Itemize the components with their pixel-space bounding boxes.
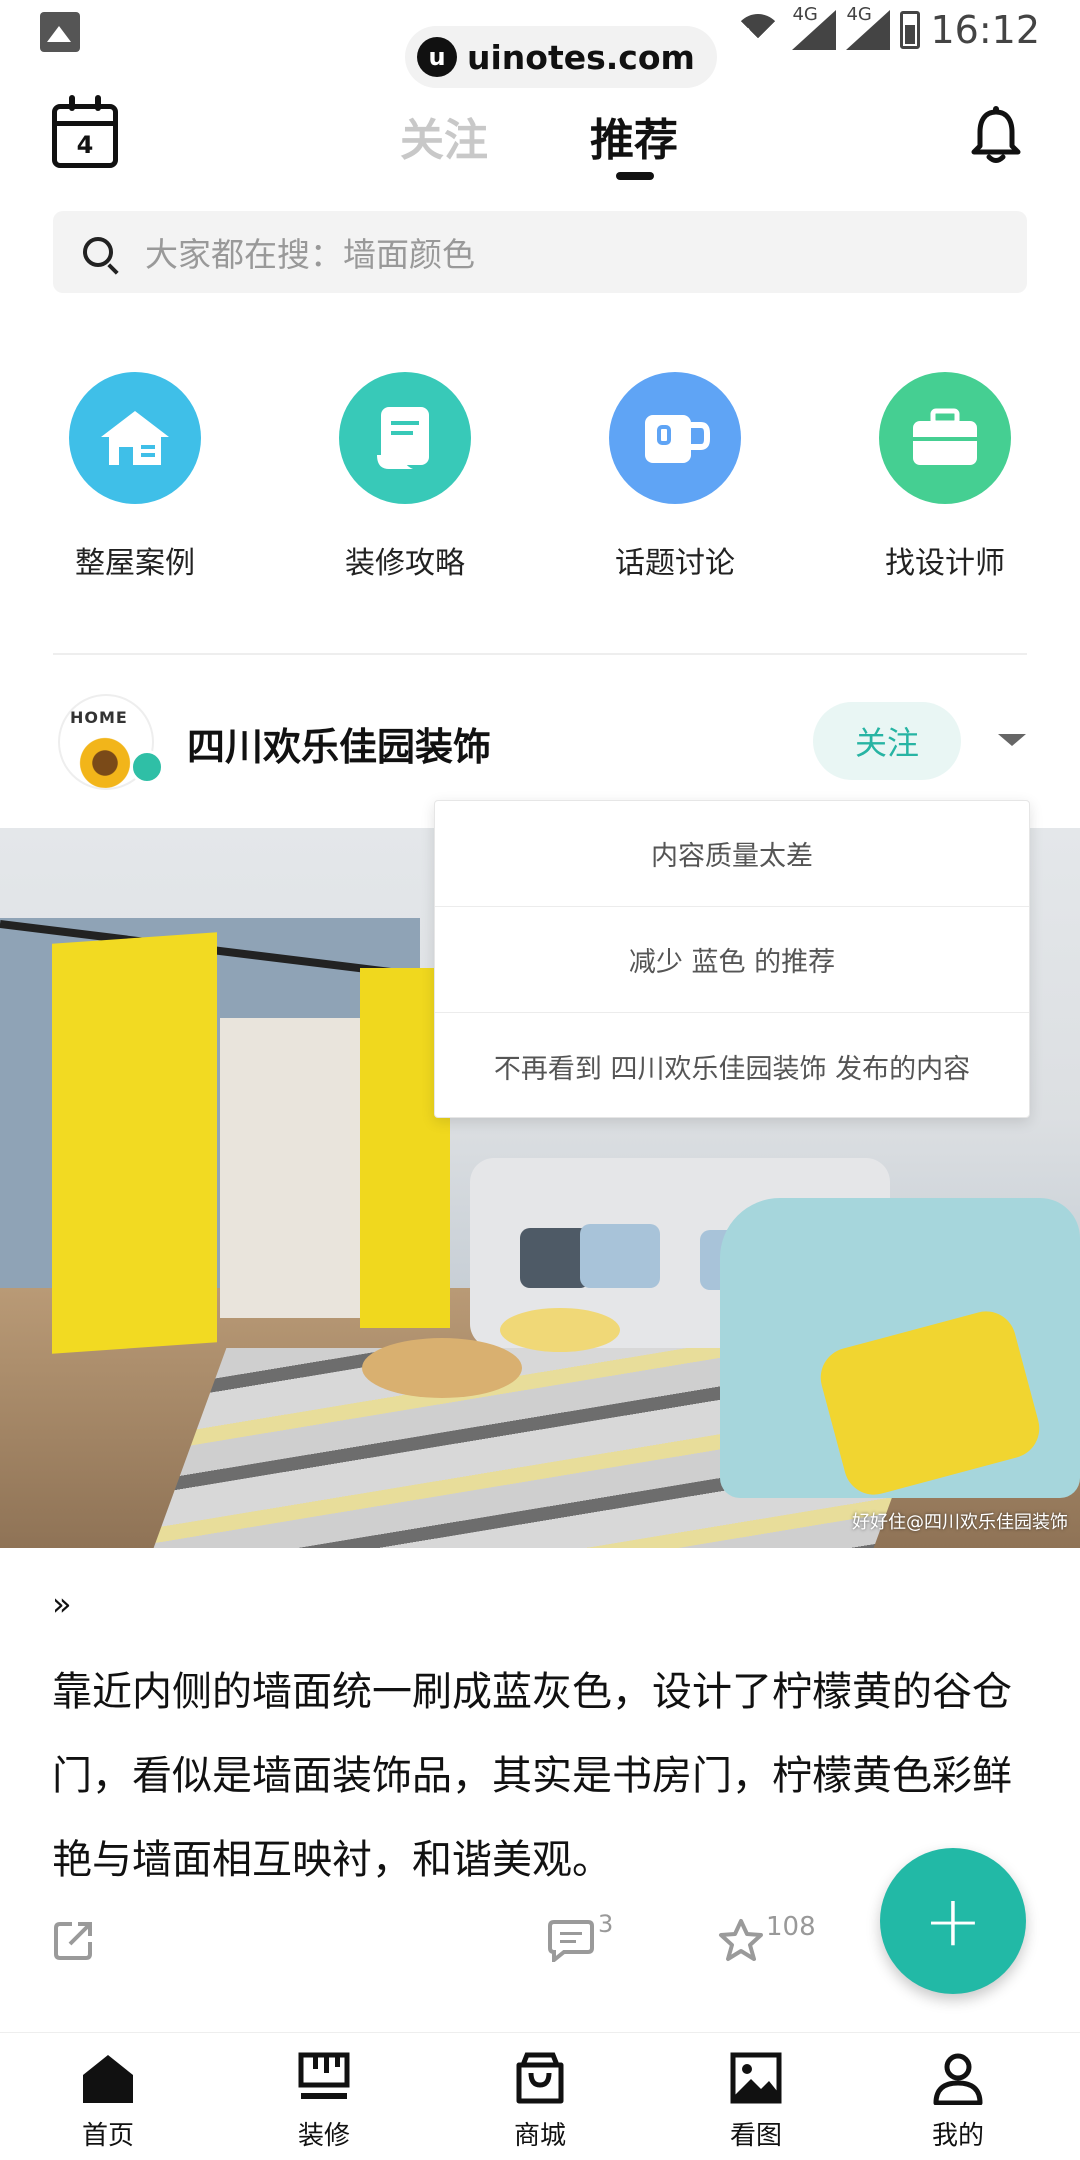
avatar-logo-text: HOME — [70, 708, 128, 727]
entry-whole-house[interactable]: 整屋案例 — [35, 372, 235, 582]
favorite-count: 108 — [766, 1912, 816, 1942]
brush-icon — [298, 2052, 350, 2099]
entry-label: 装修攻略 — [345, 546, 465, 581]
cup-icon — [609, 372, 741, 504]
user-icon — [933, 2053, 983, 2106]
entry-renovation-guide[interactable]: 装修攻略 — [305, 372, 505, 582]
nav-item-mall[interactable]: 商城 — [470, 2051, 610, 2152]
house-icon — [69, 372, 201, 504]
uinotes-logo-icon: u — [417, 37, 457, 77]
signal-icon: 4G — [792, 4, 837, 50]
nav-label: 装修 — [297, 2121, 350, 2151]
image-icon — [730, 2052, 782, 2104]
nav-item-home[interactable]: 首页 — [38, 2051, 178, 2152]
scroll-icon — [339, 372, 471, 504]
nav-label: 首页 — [81, 2121, 134, 2151]
clock: 16:12 — [930, 8, 1040, 52]
tab-follow[interactable]: 关注 — [400, 104, 488, 168]
menu-item-block-author[interactable]: 不再看到 四川欢乐佳园装饰 发布的内容 — [435, 1013, 1029, 1119]
entry-topic-discussion[interactable]: 话题讨论 — [575, 372, 775, 582]
search-placeholder: 大家都在搜：墙面颜色 — [145, 235, 475, 274]
calendar-day: 4 — [76, 131, 94, 159]
status-icons: 4G 4G 16:12 — [734, 4, 1040, 52]
bell-icon[interactable] — [970, 106, 1022, 164]
post-text[interactable]: 靠近内侧的墙面统一刷成蓝灰色，设计了柠檬黄的谷仓门，看似是墙面装饰品，其实是书房… — [52, 1650, 1032, 1902]
nav-label: 商城 — [513, 2121, 566, 2151]
comment-count: 3 — [598, 1910, 614, 1938]
image-caption: 好好住@四川欢乐佳园装饰 — [852, 1512, 1068, 1533]
entry-label: 找设计师 — [885, 546, 1005, 581]
comment-icon[interactable] — [548, 1918, 594, 1962]
watermark-badge: u uinotes.com — [405, 26, 717, 88]
battery-icon — [900, 11, 921, 49]
feedback-dropdown: 内容质量太差 减少 蓝色 的推荐 不再看到 四川欢乐佳园装饰 发布的内容 — [434, 800, 1030, 1118]
briefcase-icon — [879, 372, 1011, 504]
calendar-icon[interactable]: 4 — [52, 95, 118, 168]
quote-mark: » — [52, 1585, 72, 1623]
section-divider — [53, 653, 1027, 655]
follow-button[interactable]: 关注 — [813, 702, 961, 780]
nav-label: 看图 — [729, 2121, 782, 2151]
share-icon[interactable] — [52, 1918, 96, 1962]
status-bar: u uinotes.com 4G 4G 16:12 — [0, 0, 1080, 88]
verified-badge-icon — [130, 750, 164, 784]
shopping-bag-icon — [516, 2052, 564, 2104]
author-name[interactable]: 四川欢乐佳园装饰 — [187, 716, 491, 771]
entry-label: 话题讨论 — [615, 546, 735, 581]
wifi-icon — [734, 10, 783, 50]
search-icon — [83, 237, 113, 267]
chevron-down-icon[interactable] — [998, 734, 1026, 746]
active-tab-indicator — [616, 172, 654, 180]
nav-item-renovation[interactable]: 装修 — [254, 2051, 394, 2152]
watermark-text: uinotes.com — [467, 37, 695, 77]
search-bar[interactable]: 大家都在搜：墙面颜色 — [53, 211, 1027, 293]
nav-item-gallery[interactable]: 看图 — [686, 2051, 826, 2152]
home-icon — [83, 2055, 133, 2103]
nav-label: 我的 — [931, 2121, 984, 2151]
entry-label: 整屋案例 — [75, 546, 195, 581]
signal-icon-2: 4G — [846, 4, 891, 50]
menu-item-poor-quality[interactable]: 内容质量太差 — [435, 801, 1029, 907]
nav-item-me[interactable]: 我的 — [888, 2051, 1028, 2152]
tab-recommend[interactable]: 推荐 — [590, 104, 678, 168]
add-post-button[interactable]: + — [880, 1848, 1026, 1994]
bottom-navigation: 首页 装修 商城 看图 我的 — [0, 2032, 1080, 2160]
entry-find-designer[interactable]: 找设计师 — [845, 372, 1045, 582]
gallery-notification-icon — [40, 12, 80, 52]
menu-item-less-blue[interactable]: 减少 蓝色 的推荐 — [435, 907, 1029, 1013]
star-icon[interactable] — [718, 1918, 764, 1962]
sunflower-icon — [76, 734, 134, 788]
